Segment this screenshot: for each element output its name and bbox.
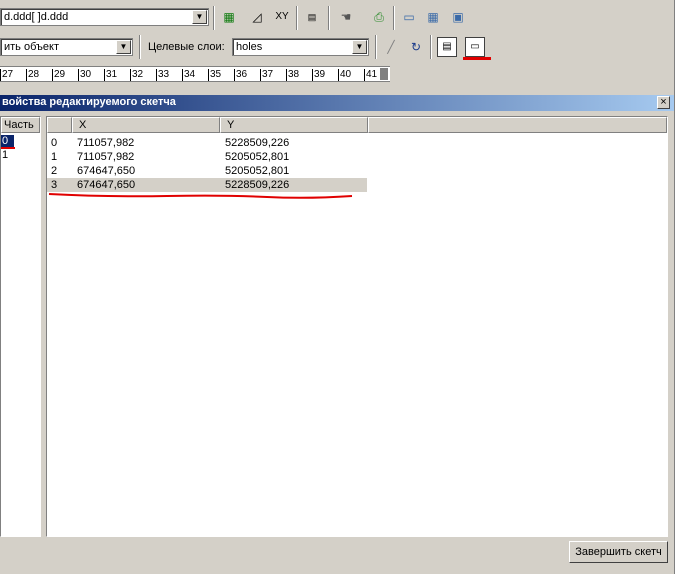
table-row[interactable]: 0 711057,982 5228509,226	[47, 136, 367, 150]
chevron-down-icon[interactable]: ▼	[116, 40, 131, 54]
cell-x: 674647,650	[77, 165, 136, 177]
ruler-tick-label: 34	[181, 69, 196, 81]
close-icon: ×	[660, 96, 667, 108]
split-tool-icon[interactable]: ╱	[381, 37, 401, 57]
ruler-tick-label: 28	[25, 69, 40, 81]
layout-icon[interactable]: ▣	[448, 7, 468, 27]
red-annotation-underline	[48, 193, 353, 199]
dialog-title: войства редактируемого скетча	[2, 96, 176, 108]
column-header-x[interactable]: X	[72, 117, 220, 133]
ruler-tick-label: 29	[51, 69, 66, 81]
toolbar-separator	[375, 35, 377, 59]
toolbar-separator	[328, 6, 330, 30]
list-item[interactable]: 1	[1, 149, 14, 161]
ruler-scroll-thumb[interactable]	[380, 68, 388, 80]
layer-properties-icon[interactable]: ▦	[219, 7, 239, 27]
layer-combo[interactable]: d.ddd[ ]d.ddd ▼	[0, 8, 209, 26]
toolbar-separator	[213, 6, 215, 30]
rotate-tool-icon[interactable]: ↻	[406, 37, 426, 57]
table-row[interactable]: 2 674647,650 5205052,801	[47, 164, 367, 178]
xy-icon[interactable]: XY	[272, 7, 292, 27]
ruler-tick-label: 30	[77, 69, 92, 81]
table-row[interactable]: 1 711057,982 5205052,801	[47, 150, 367, 164]
toolbar-separator	[393, 6, 395, 30]
grid-icon[interactable]: ▤	[302, 7, 322, 27]
parts-panel: Часть 0 1	[0, 116, 41, 537]
ruler-tick-label: 40	[337, 69, 352, 81]
ruler-tick-label: 32	[129, 69, 144, 81]
toolbar-separator	[139, 35, 141, 59]
table-row-selected[interactable]: 3 674647,650 5228509,226	[47, 178, 367, 192]
column-header-label: X	[79, 119, 87, 131]
target-layers-combo[interactable]: holes ▼	[232, 38, 369, 56]
ruler-tick-label: 37	[259, 69, 274, 81]
table-icon[interactable]: ▦	[423, 7, 443, 27]
vertices-table: X Y 0 711057,982 5228509,226 1 711057,98…	[46, 116, 668, 537]
attributes-icon[interactable]: ▤	[437, 37, 457, 57]
column-header-filler	[368, 117, 667, 133]
ruler-tick-label: 31	[103, 69, 118, 81]
close-button[interactable]: ×	[657, 96, 670, 109]
sketch-properties-icon[interactable]: ▭	[465, 37, 485, 57]
finish-sketch-button[interactable]: Завершить скетч	[569, 541, 668, 563]
right-border	[674, 0, 678, 574]
ruler-tick-label: 27	[0, 69, 14, 81]
ruler-tick-label: 38	[285, 69, 300, 81]
task-combo-value: ить объект	[4, 41, 59, 53]
cell-x: 711057,982	[77, 151, 135, 163]
part-label: 1	[2, 149, 9, 161]
task-combo[interactable]: ить объект ▼	[0, 38, 133, 56]
cell-y: 5205052,801	[225, 165, 290, 177]
window-icon[interactable]: ▭	[399, 7, 419, 27]
cell-x: 711057,982	[77, 137, 135, 149]
toolbar-separator	[296, 6, 298, 30]
column-header-label: Y	[227, 119, 235, 131]
list-item[interactable]: 0	[1, 135, 14, 147]
red-annotation-mark	[463, 57, 491, 60]
cell-x: 674647,650	[77, 179, 136, 191]
ruler-tick-label: 41	[363, 69, 378, 81]
target-layers-label: Целевые слои:	[148, 41, 225, 53]
parts-header-label: Часть	[4, 119, 34, 131]
chevron-down-icon[interactable]: ▼	[192, 10, 207, 24]
eraser-icon[interactable]: ◿	[247, 7, 267, 27]
ruler-tick-label: 33	[155, 69, 170, 81]
cell-y: 5228509,226	[225, 137, 290, 149]
layer-combo-value: d.ddd[ ]d.ddd	[4, 11, 69, 23]
column-header-index[interactable]	[47, 117, 72, 133]
target-layers-value: holes	[236, 41, 263, 53]
ruler: 27 28 29 30 31 32 33 34 35 36 37 38 39 40 41	[0, 66, 390, 82]
toolbar-separator	[430, 35, 432, 59]
cell-index: 0	[51, 137, 58, 149]
cell-index: 1	[51, 151, 58, 163]
hand-icon[interactable]: ☚	[336, 7, 356, 27]
finish-sketch-label: Завершить скетч	[575, 546, 662, 558]
cell-index: 2	[51, 165, 58, 177]
print-icon[interactable]: ⎙	[369, 7, 389, 27]
parts-header[interactable]: Часть	[1, 117, 40, 133]
cell-y: 5228509,226	[225, 179, 290, 191]
dialog-titlebar[interactable]: войства редактируемого скетча ×	[0, 95, 674, 111]
cell-index: 3	[51, 179, 58, 191]
column-header-y[interactable]: Y	[220, 117, 368, 133]
chevron-down-icon[interactable]: ▼	[352, 40, 367, 54]
ruler-tick-label: 35	[207, 69, 222, 81]
cell-y: 5205052,801	[225, 151, 290, 163]
ruler-tick-label: 39	[311, 69, 326, 81]
ruler-tick-label: 36	[233, 69, 248, 81]
part-label: 0	[2, 135, 9, 147]
